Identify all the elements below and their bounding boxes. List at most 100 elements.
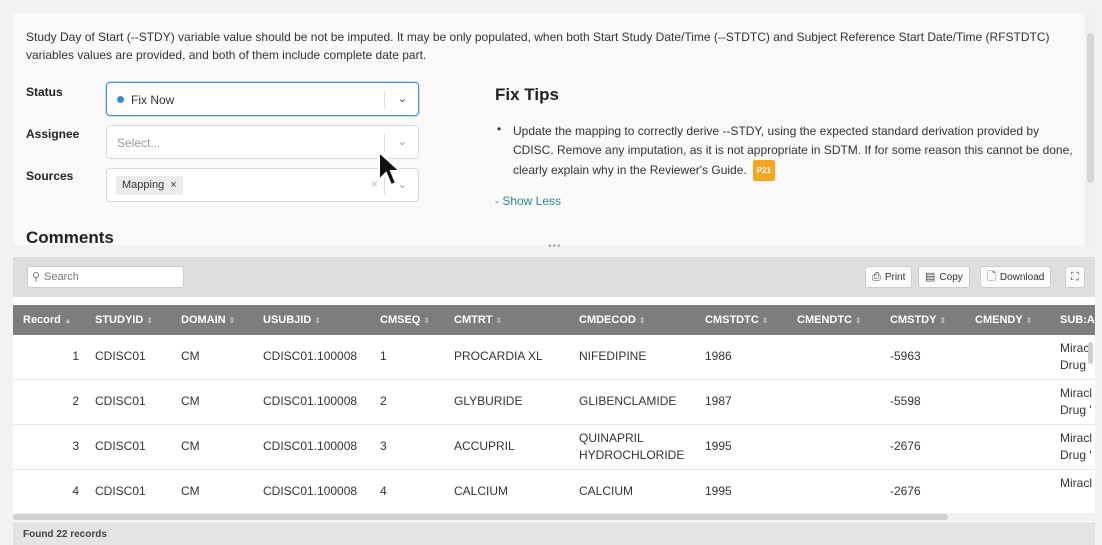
panel-splitter[interactable]: ••• <box>13 241 1095 255</box>
column-header-cmseq[interactable]: CMSEQ ⇕ <box>380 305 430 335</box>
search-input[interactable]: ⚲ Search <box>27 266 184 288</box>
sort-icon[interactable]: ⇕ <box>229 316 236 325</box>
column-header-cmtrt[interactable]: CMTRT ⇕ <box>454 305 502 335</box>
cell-sub: Miracl Drug ' <box>1060 386 1092 417</box>
cell-cmstdy: -2676 <box>890 439 921 453</box>
sort-icon[interactable]: ⇕ <box>423 316 430 325</box>
column-header-studyid[interactable]: STUDYID ⇕ <box>95 305 153 335</box>
panel-scroll-thumb[interactable] <box>1087 33 1094 183</box>
cell-record: 4 <box>72 484 79 498</box>
column-header-usubjid[interactable]: USUBJID ⇕ <box>263 305 321 335</box>
print-button[interactable]: ⎙ Print <box>865 266 913 288</box>
cell-cmdecod: GLIBENCLAMIDE <box>579 394 677 408</box>
cell-studyid: CDISC01 <box>95 439 146 453</box>
table-row[interactable]: 3 CDISC01 CM CDISC01.100008 3 ACCUPRIL QUINAPR… <box>13 425 1095 470</box>
cell-record: 1 <box>72 349 79 363</box>
cell-usubjid: CDISC01.100008 <box>263 349 358 363</box>
assignee-placeholder: Select... <box>117 136 161 150</box>
status-text: Fix Now <box>131 93 175 107</box>
table-hscroll-thumb[interactable] <box>13 514 948 520</box>
cell-sub: Miracl <box>1060 476 1092 490</box>
search-placeholder: Search <box>44 271 79 283</box>
issue-panel: Study Day of Start (--STDY) variable val… <box>13 13 1095 245</box>
sources-select[interactable]: Mapping × × ⌄ <box>106 168 419 202</box>
sort-icon[interactable]: ⇕ <box>855 316 862 325</box>
fix-tip-body: Update the mapping to correctly derive -… <box>513 124 1073 177</box>
data-table: Record ▲ STUDYID ⇕ DOMAIN ⇕ USUBJID ⇕ CMSEQ ⇕ CMTR… <box>13 297 1095 522</box>
chevron-down-icon[interactable]: ⌄ <box>398 135 407 148</box>
cell-domain: CM <box>181 349 200 363</box>
cell-domain: CM <box>181 484 200 498</box>
cell-record: 2 <box>72 394 79 408</box>
cell-usubjid: CDISC01.100008 <box>263 484 358 498</box>
assignee-select[interactable]: Select... ⌄ <box>106 125 419 159</box>
column-label: Record <box>23 314 61 326</box>
column-header-cmendtc[interactable]: CMENDTC ⇕ <box>797 305 862 335</box>
p21-badge: P21 <box>752 160 775 181</box>
cell-cmseq: 1 <box>380 349 387 363</box>
sort-icon[interactable]: ⇕ <box>496 316 503 325</box>
show-less-link[interactable]: - Show Less <box>495 194 561 208</box>
chip-label: Mapping <box>122 179 165 191</box>
copy-button[interactable]: ▤ Copy <box>918 266 970 288</box>
column-header-subai[interactable]: SUB:AI <box>1060 305 1095 335</box>
table-header: Record ▲ STUDYID ⇕ DOMAIN ⇕ USUBJID ⇕ CMSEQ ⇕ CMTR… <box>13 305 1095 335</box>
cell-studyid: CDISC01 <box>95 394 146 408</box>
column-header-domain[interactable]: DOMAIN ⇕ <box>181 305 235 335</box>
cell-domain: CM <box>181 439 200 453</box>
status-select[interactable]: Fix Now ⌄ <box>106 82 419 116</box>
table-row[interactable]: 2 CDISC01 CM CDISC01.100008 2 GLYBURIDE GLIBEN… <box>13 380 1095 425</box>
sort-icon[interactable]: ⇕ <box>146 316 153 325</box>
column-header-cmendy[interactable]: CMENDY ⇕ <box>975 305 1032 335</box>
column-header-cmstdy[interactable]: CMSTDY ⇕ <box>890 305 946 335</box>
column-label: CMDECOD <box>579 314 636 326</box>
cell-cmdecod: CALCIUM <box>579 484 634 498</box>
cell-studyid: CDISC01 <box>95 349 146 363</box>
cell-cmstdtc: 1995 <box>705 439 732 453</box>
cell-sub: Miracl Drug ' <box>1060 431 1092 462</box>
sort-icon[interactable]: ⇕ <box>939 316 946 325</box>
comments-title: Comments <box>26 228 114 245</box>
sort-icon[interactable]: ⇕ <box>1026 316 1033 325</box>
select-separator <box>384 91 385 109</box>
chevron-down-icon[interactable]: ⌄ <box>398 92 407 105</box>
sort-icon[interactable]: ⇕ <box>314 316 321 325</box>
column-label: CMTRT <box>454 314 493 326</box>
column-label: SUB:AI <box>1060 314 1095 326</box>
cell-cmstdtc: 1986 <box>705 349 732 363</box>
table-vscroll-thumb[interactable] <box>1088 342 1093 364</box>
status-value: Fix Now <box>117 93 174 107</box>
fullscreen-button[interactable]: ⛶ <box>1065 266 1085 288</box>
table-hscrollbar[interactable] <box>13 513 1095 521</box>
copy-label: Copy <box>939 272 963 283</box>
cell-cmseq: 2 <box>380 394 387 408</box>
cell-usubjid: CDISC01.100008 <box>263 439 358 453</box>
search-icon: ⚲ <box>32 271 41 283</box>
bullet-icon: • <box>497 122 502 136</box>
table-row[interactable]: 4 CDISC01 CM CDISC01.100008 4 CALCIUM CALCIUM 1… <box>13 470 1095 515</box>
column-header-record[interactable]: Record ▲ <box>23 305 72 335</box>
splitter-handle-icon[interactable]: ••• <box>548 241 562 252</box>
chip-remove-icon[interactable]: × <box>170 179 176 191</box>
cell-cmseq: 4 <box>380 484 387 498</box>
status-label: Status <box>26 85 63 99</box>
column-header-cmdecod[interactable]: CMDECOD ⇕ <box>579 305 646 335</box>
sort-icon[interactable]: ▲ <box>64 316 72 325</box>
column-label: CMSEQ <box>380 314 421 326</box>
cell-record: 3 <box>72 439 79 453</box>
column-label: STUDYID <box>95 314 144 326</box>
sort-icon[interactable]: ⇕ <box>639 316 646 325</box>
cell-cmstdy: -5598 <box>890 394 921 408</box>
cell-cmtrt: CALCIUM <box>454 484 509 498</box>
column-header-cmstdtc[interactable]: CMSTDTC ⇕ <box>705 305 768 335</box>
issue-description: Study Day of Start (--STDY) variable val… <box>26 30 1050 62</box>
copy-icon: ▤ <box>925 271 936 283</box>
column-label: CMSTDY <box>890 314 937 326</box>
download-button[interactable]: 🗋 Download <box>980 266 1052 288</box>
record-count: Found 22 records <box>23 529 107 540</box>
table-row[interactable]: 1 CDISC01 CM CDISC01.100008 1 PROCARDIA XL NIF… <box>13 335 1095 380</box>
fix-tip-text: Update the mapping to correctly derive -… <box>513 122 1078 181</box>
panel-scrollbar[interactable] <box>1085 13 1095 245</box>
sort-icon[interactable]: ⇕ <box>762 316 769 325</box>
cell-cmstdtc: 1995 <box>705 484 732 498</box>
